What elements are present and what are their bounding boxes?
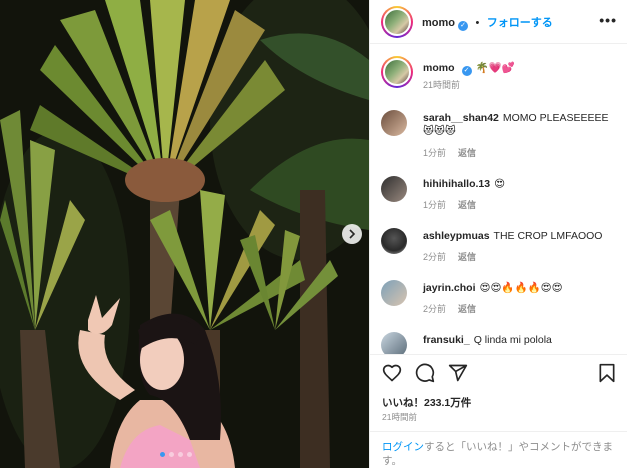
follow-button[interactable]: フォローする	[487, 17, 553, 29]
commenter-avatar[interactable]	[381, 110, 407, 136]
comment-text: 😍	[494, 178, 506, 190]
comment-text: THE CROP LMFAOOO	[493, 230, 603, 242]
comment-time: 2分前	[423, 304, 447, 314]
commenter-avatar[interactable]	[381, 228, 407, 254]
post-header: momo ✓ • フォローする •••	[370, 0, 627, 44]
like-count[interactable]: いいね！233.1万件	[382, 395, 471, 410]
commenter-avatar[interactable]	[381, 280, 407, 306]
carousel-dot	[160, 452, 165, 457]
comment-username[interactable]: sarah__shan42	[423, 112, 499, 124]
verified-badge-icon: ✓	[458, 20, 468, 31]
reply-button[interactable]: 返信	[458, 200, 476, 210]
author-username[interactable]: momo	[422, 17, 455, 29]
carousel-dot	[187, 452, 192, 457]
caption-avatar[interactable]	[381, 56, 413, 88]
heart-icon[interactable]	[382, 363, 402, 383]
comment-username[interactable]: hihihihallo.13	[423, 178, 490, 190]
palm-trees-photo	[0, 0, 369, 468]
comment-time: 2分前	[423, 252, 447, 262]
comment-username[interactable]: fransuki_	[423, 334, 470, 346]
chevron-right-icon	[349, 229, 356, 239]
carousel-dots	[160, 452, 192, 457]
caption-time: 21時間前	[423, 80, 461, 90]
separator: •	[475, 16, 480, 29]
comment-username[interactable]: ashleypmuas	[423, 230, 490, 242]
comment-icon[interactable]	[415, 363, 435, 383]
login-prompt: ログインすると「いいね！」やコメントができます。	[370, 431, 627, 468]
verified-badge-icon: ✓	[461, 66, 472, 76]
comments-list[interactable]: momo ✓ 🌴💗💕 21時間前 sarah__shan42 MOMO PLEASEE…	[370, 44, 627, 354]
carousel-dot	[169, 452, 174, 457]
more-options-icon[interactable]: •••	[599, 13, 617, 27]
commenter-avatar[interactable]	[381, 176, 407, 202]
comment-text: 😍😍🔥🔥🔥😍😍	[479, 282, 563, 294]
carousel-dot	[178, 452, 183, 457]
caption-username[interactable]: momo	[423, 62, 455, 74]
comment-text: Q linda mi polola	[473, 334, 552, 346]
login-link[interactable]: ログイン	[382, 441, 424, 453]
reply-button[interactable]: 返信	[458, 148, 476, 158]
caption-text: 🌴💗💕	[475, 62, 515, 74]
reply-button[interactable]: 返信	[458, 252, 476, 262]
comment-time: 1分前	[423, 200, 447, 210]
next-photo-button[interactable]	[342, 224, 362, 244]
post-side-panel: momo ✓ • フォローする ••• momo ✓ 🌴💗💕 21時間前 sarah_…	[369, 0, 627, 468]
reply-button[interactable]: 返信	[458, 304, 476, 314]
comment-username[interactable]: jayrin.choi	[423, 282, 476, 294]
post-photo	[0, 0, 369, 468]
paper-plane-icon[interactable]	[448, 363, 468, 383]
post-time: 21時間前	[382, 412, 417, 422]
comment-time: 1分前	[423, 148, 447, 158]
author-avatar[interactable]	[381, 5, 413, 38]
bookmark-icon[interactable]	[598, 363, 616, 383]
post-actions: いいね！233.1万件 21時間前 ログインすると「いいね！」やコメントができま…	[370, 354, 627, 468]
commenter-avatar[interactable]	[381, 332, 407, 354]
